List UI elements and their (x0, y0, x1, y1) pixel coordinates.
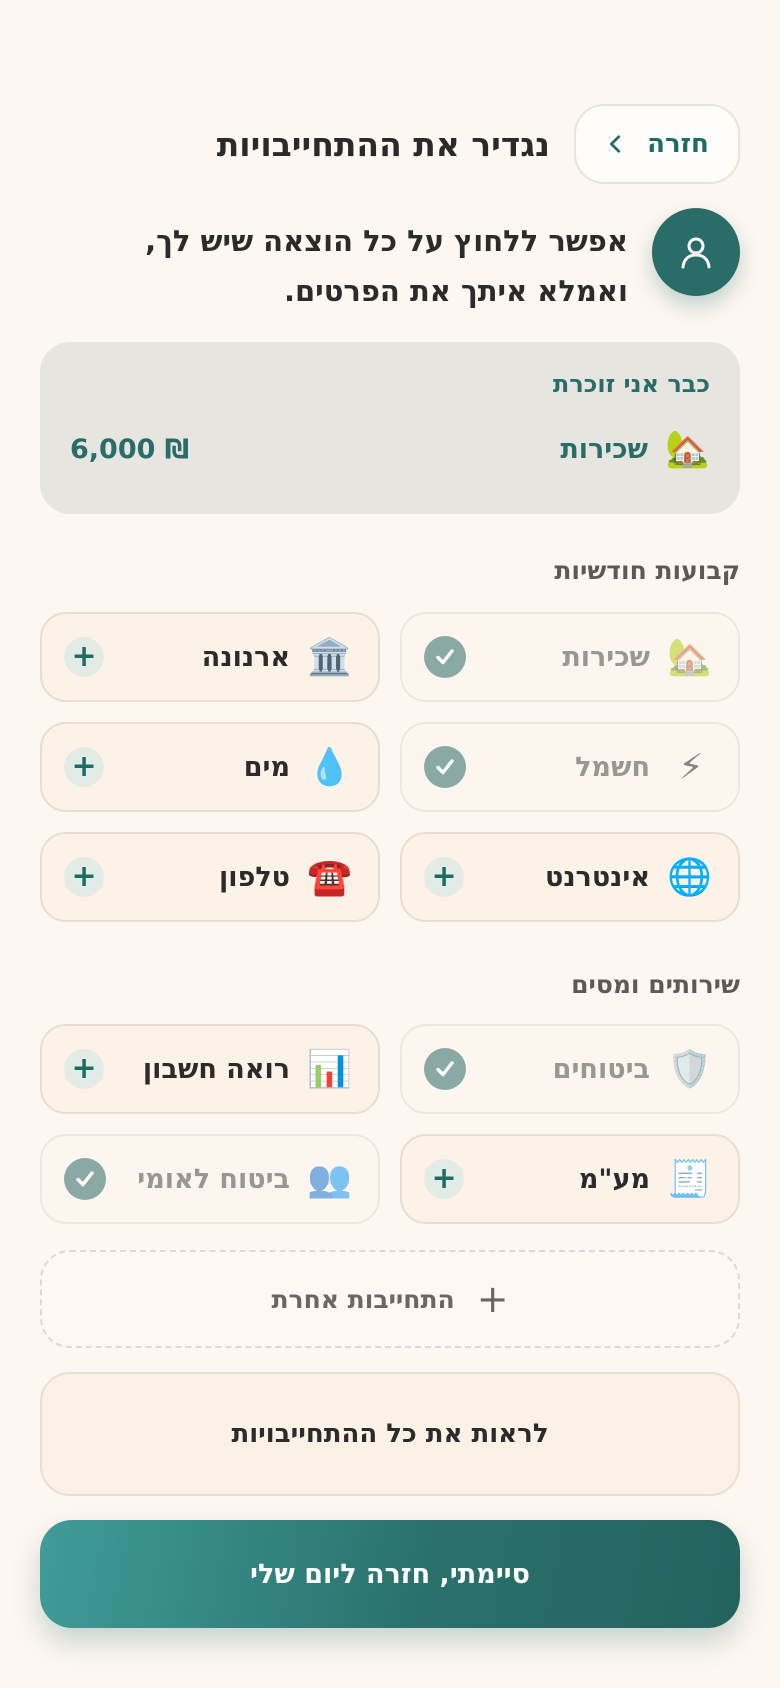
add-expense-button[interactable]: + (424, 1159, 464, 1199)
add-expense-button[interactable]: + (64, 1049, 104, 1089)
intro-text: אפשר ללחוץ על כל הוצאה שיש לך, ואמלא אית… (145, 224, 628, 308)
expense-tile-label: ביטוחים (552, 1053, 650, 1085)
house-icon: 🏡 (667, 637, 712, 678)
expense-tile[interactable]: 🌐 אינטרנט + (400, 832, 740, 922)
back-button-label: חזרה (647, 129, 709, 159)
services-grid: 🛡️ ביטוחים 📊 רואה חשבון + 🧾 מע"מ + 👥 ביטוח לאומי (40, 1024, 740, 1224)
telephone-icon: ☎️ (307, 857, 352, 898)
expense-tile[interactable]: 🏛️ ארנונה + (40, 612, 380, 702)
expense-tile-label: טלפון (219, 861, 290, 893)
intro: אפשר ללחוץ על כל הוצאה שיש לך, ואמלא אית… (40, 208, 740, 316)
government-building-icon: 🏛️ (307, 637, 352, 678)
check-icon (424, 636, 466, 678)
expense-tile[interactable]: 👥 ביטוח לאומי (40, 1134, 380, 1224)
chevron-left-icon (610, 135, 621, 153)
globe-icon: 🌐 (667, 857, 712, 898)
shield-icon: 🛡️ (667, 1049, 712, 1090)
expense-tile[interactable]: 🏡 שכירות (400, 612, 740, 702)
add-expense-button[interactable]: + (424, 857, 464, 897)
add-expense-button[interactable]: + (64, 747, 104, 787)
services-section-title: שירותים ומסים (571, 970, 740, 999)
avatar (652, 208, 740, 296)
add-other-commitment-button[interactable]: + התחייבות אחרת (40, 1250, 740, 1348)
page-title: נגדיר את ההתחייבויות (216, 124, 550, 164)
check-icon (424, 746, 466, 788)
expense-tile[interactable]: ⚡ חשמל (400, 722, 740, 812)
receipt-icon: 🧾 (667, 1159, 712, 1200)
water-drop-icon: 💧 (307, 747, 352, 788)
add-other-commitment-label: התחייבות אחרת (271, 1284, 455, 1314)
add-expense-button[interactable]: + (64, 637, 104, 677)
done-button[interactable]: סיימתי, חזרה ליום שלי (40, 1520, 740, 1628)
bar-chart-icon: 📊 (307, 1049, 352, 1090)
expense-tile[interactable]: 🛡️ ביטוחים (400, 1024, 740, 1114)
remembered-item-label: שכירות (560, 433, 648, 465)
monthly-grid: 🏡 שכירות 🏛️ ארנונה + ⚡ חשמל 💧 מים + 🌐 אינטרנט + ☎️ טלפ… (40, 612, 740, 922)
expense-tile-label: מים (243, 751, 290, 783)
monthly-section-title: קבועות חודשיות (554, 556, 740, 585)
remembered-item-amount: 6,000 ₪ (70, 433, 190, 465)
view-all-commitments-button[interactable]: לראות את כל ההתחייבויות (40, 1372, 740, 1496)
add-expense-button[interactable]: + (64, 857, 104, 897)
expense-tile[interactable]: 📊 רואה חשבון + (40, 1024, 380, 1114)
header: חזרה נגדיר את ההתחייבויות (40, 104, 740, 184)
expense-tile-label: רואה חשבון (142, 1053, 290, 1085)
check-icon (424, 1048, 466, 1090)
people-icon: 👥 (307, 1159, 352, 1200)
expense-tile-label: אינטרנט (544, 861, 650, 893)
remembered-item[interactable]: 🏡 שכירות 6,000 ₪ (70, 428, 710, 470)
plus-icon: + (476, 1277, 509, 1321)
expense-tile[interactable]: ☎️ טלפון + (40, 832, 380, 922)
expense-tile-label: חשמל (575, 751, 650, 783)
lightning-icon: ⚡ (678, 746, 704, 788)
check-icon (64, 1158, 106, 1200)
expense-tile[interactable]: 💧 מים + (40, 722, 380, 812)
remembered-card: כבר אני זוכרת 🏡 שכירות 6,000 ₪ (40, 342, 740, 514)
commitments-page: חזרה נגדיר את ההתחייבויות אפשר ללחוץ על … (0, 0, 780, 1688)
expense-tile-label: מע"מ (578, 1163, 650, 1195)
back-button[interactable]: חזרה (574, 104, 740, 184)
remembered-title: כבר אני זוכרת (552, 370, 710, 398)
expense-tile-label: שכירות (562, 641, 650, 673)
house-icon: 🏡 (665, 429, 710, 470)
expense-tile-label: ביטוח לאומי (137, 1163, 290, 1195)
expense-tile[interactable]: 🧾 מע"מ + (400, 1134, 740, 1224)
user-icon (681, 237, 711, 269)
expense-tile-label: ארנונה (201, 641, 290, 673)
